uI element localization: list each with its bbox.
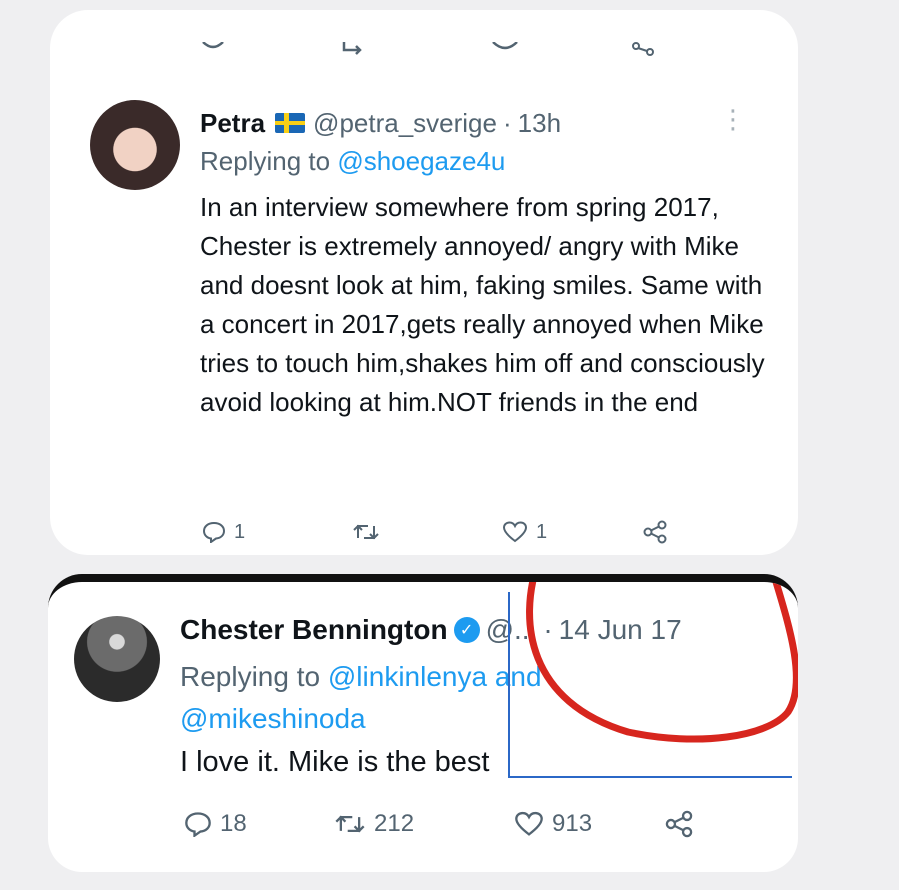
- reply-icon[interactable]: [200, 41, 226, 61]
- reply-icon: [202, 521, 226, 543]
- heart-icon: [502, 521, 528, 543]
- like-count: 913: [552, 810, 593, 837]
- tweet-actions: 1 1: [202, 520, 668, 544]
- replying-label: Replying to: [180, 661, 321, 692]
- separator: ·: [502, 107, 512, 138]
- avatar[interactable]: [90, 100, 180, 190]
- reply-icon: [185, 812, 211, 837]
- verified-badge-icon: ✓: [453, 617, 480, 643]
- like-count: 1: [536, 520, 548, 543]
- tweet-text: I love it. Mike is the best: [180, 746, 490, 778]
- replying-label: Replying to: [200, 146, 331, 176]
- share-button[interactable]: [642, 520, 668, 544]
- retweet-button[interactable]: 212: [334, 810, 514, 838]
- retweet-icon[interactable]: [340, 42, 366, 61]
- share-icon[interactable]: [630, 42, 656, 63]
- sweden-flag-icon: [275, 113, 306, 133]
- avatar[interactable]: [74, 616, 160, 702]
- tweet-header: Petra @petra_sverige · 13h: [200, 106, 561, 140]
- tweet-actions: 18 212 913: [184, 810, 694, 838]
- display-name[interactable]: Chester Bennington: [180, 614, 448, 646]
- retweet-icon: [353, 524, 379, 540]
- share-icon: [643, 520, 667, 544]
- share-button[interactable]: [664, 810, 694, 838]
- replying-handle-link-1[interactable]: @linkinlenya: [328, 661, 487, 692]
- retweet-icon: [335, 815, 365, 833]
- previous-tweet-actions: [50, 41, 798, 72]
- reply-button[interactable]: 18: [184, 810, 334, 838]
- replying-to: Replying to @shoegaze4u: [200, 146, 505, 177]
- tweet-card-chester[interactable]: Chester Bennington ✓ @... · 14 Jun 17 Re…: [48, 574, 798, 872]
- share-icon: [665, 810, 693, 838]
- heart-icon: [515, 811, 543, 836]
- reply-count: 18: [220, 810, 247, 837]
- reply-button[interactable]: 1: [202, 521, 352, 544]
- like-button[interactable]: 913: [514, 810, 664, 838]
- more-options-icon[interactable]: ⋮: [720, 104, 746, 135]
- retweet-count: 212: [374, 810, 415, 837]
- like-button[interactable]: 1: [502, 521, 642, 544]
- tweet-card-petra[interactable]: Petra @petra_sverige · 13h ⋮ Replying to…: [50, 10, 798, 555]
- retweet-button[interactable]: [352, 522, 502, 542]
- reply-count: 1: [234, 520, 246, 543]
- like-icon[interactable]: [490, 41, 520, 61]
- tweet-text: In an interview somewhere from spring 20…: [200, 192, 765, 417]
- replying-handle-link[interactable]: @shoegaze4u: [337, 146, 505, 176]
- display-name[interactable]: Petra: [200, 108, 265, 139]
- annotation-red-circle: [526, 582, 798, 743]
- handle[interactable]: @petra_sverige: [313, 108, 497, 139]
- replying-handle-link-2[interactable]: @mikeshinoda: [180, 703, 366, 734]
- timestamp[interactable]: 13h: [518, 108, 561, 139]
